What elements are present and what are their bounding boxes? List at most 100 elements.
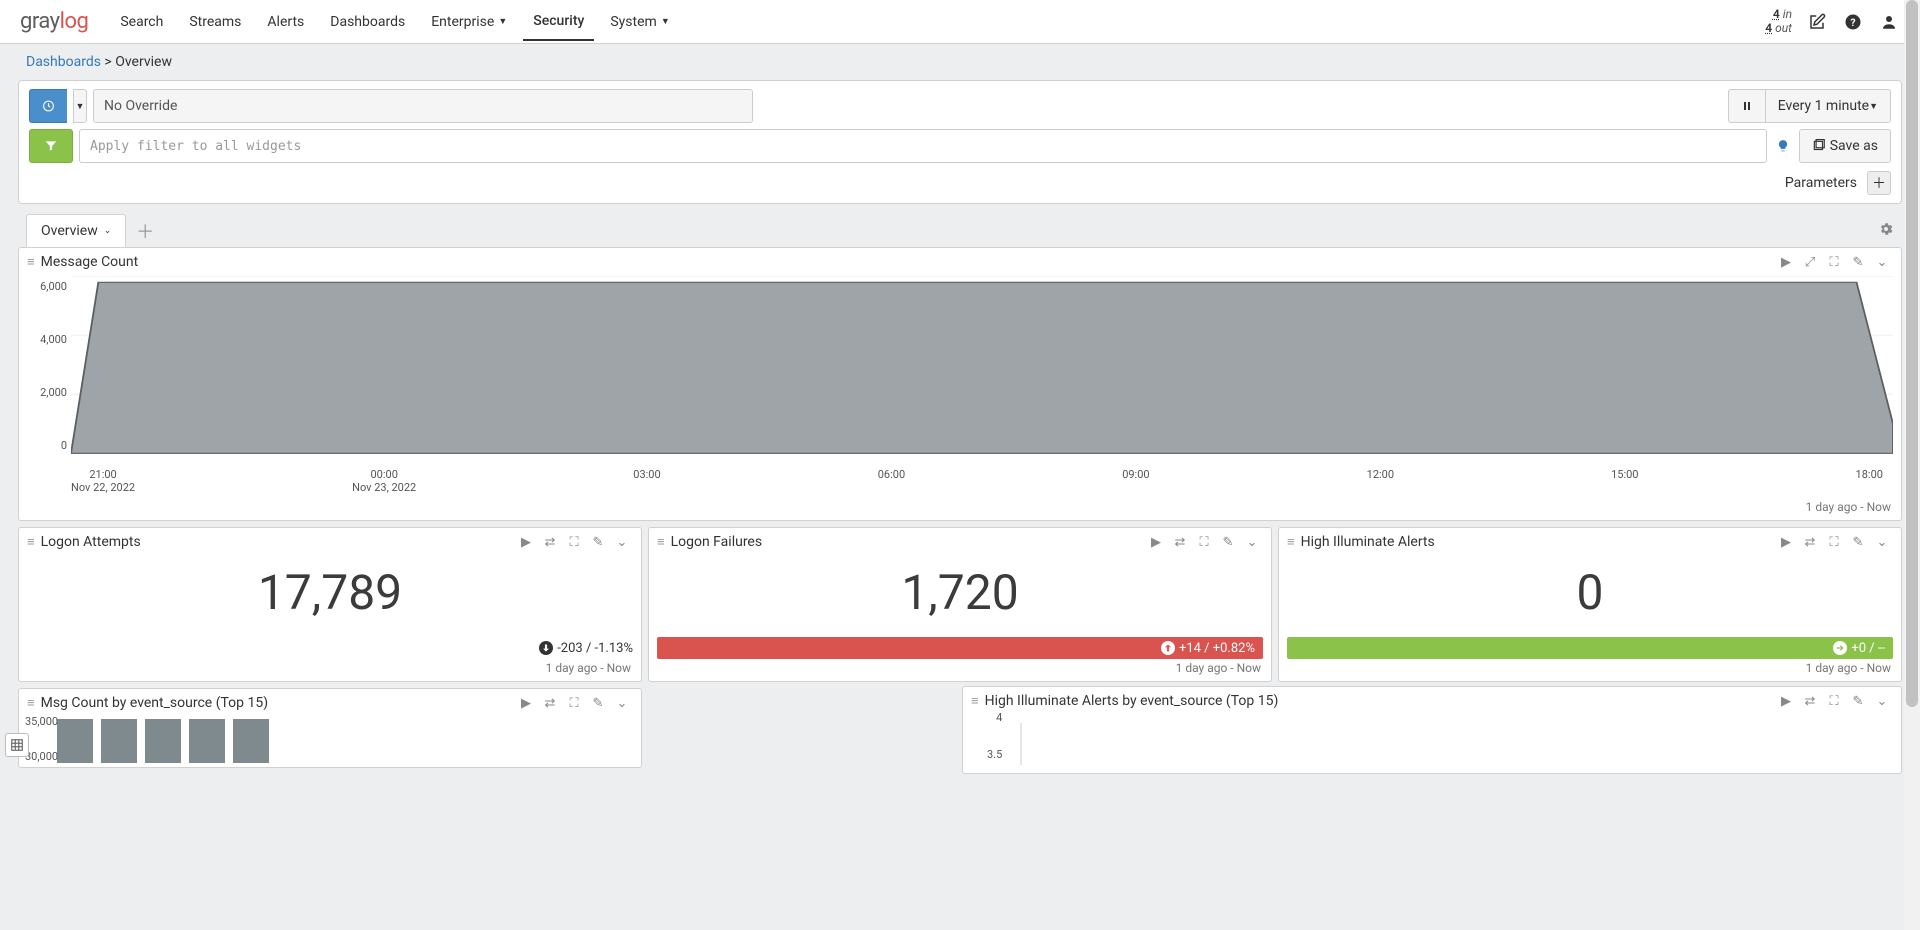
add-parameter-button[interactable]: ＋ bbox=[1867, 171, 1891, 195]
play-icon[interactable]: ▶ bbox=[1777, 694, 1795, 709]
logo-text-2: log bbox=[60, 9, 89, 34]
line-chart[interactable] bbox=[971, 715, 1893, 765]
widget-message-count: ≡ Message Count ▶ ⤢ ⛶ ✎ ⌄ 6,000 4,000 2,… bbox=[18, 247, 1902, 521]
grip-icon[interactable]: ≡ bbox=[27, 254, 35, 270]
scrollbar[interactable] bbox=[1904, 0, 1920, 930]
play-icon[interactable]: ▶ bbox=[517, 696, 535, 711]
swap-icon[interactable]: ⇄ bbox=[1801, 535, 1819, 550]
bar bbox=[101, 719, 137, 763]
refresh-controls: Every 1 minute ▼ bbox=[1728, 89, 1891, 123]
chevron-down-icon: ⌄ bbox=[104, 226, 112, 236]
edit-icon[interactable]: ✎ bbox=[1849, 694, 1867, 709]
nav-enterprise[interactable]: Enterprise ▼ bbox=[421, 3, 517, 41]
edit-icon[interactable]: ✎ bbox=[1849, 535, 1867, 550]
crumb-sep: > bbox=[104, 54, 111, 70]
play-icon[interactable]: ▶ bbox=[1777, 255, 1795, 270]
grip-icon[interactable]: ≡ bbox=[27, 534, 35, 550]
grip-icon[interactable]: ≡ bbox=[971, 693, 979, 709]
widget-title: Msg Count by event_source (Top 15) bbox=[41, 695, 511, 711]
swap-icon[interactable]: ⇄ bbox=[541, 535, 559, 550]
time-range-dropdown[interactable]: ▼ bbox=[73, 89, 87, 123]
chevron-down-icon[interactable]: ⌄ bbox=[1243, 535, 1261, 550]
nav-search[interactable]: Search bbox=[110, 3, 173, 41]
add-tab-button[interactable]: ＋ bbox=[136, 218, 154, 244]
edit-icon[interactable]: ✎ bbox=[1849, 255, 1867, 270]
bar bbox=[189, 719, 225, 763]
nav-alerts[interactable]: Alerts bbox=[257, 3, 314, 41]
chart-yaxis: 6,000 4,000 2,000 0 bbox=[27, 276, 71, 466]
grip-icon[interactable]: ≡ bbox=[657, 534, 665, 550]
caret-down-icon: ▼ bbox=[76, 101, 85, 112]
edit-icon[interactable]: ✎ bbox=[589, 535, 607, 550]
message-count-chart[interactable]: 6,000 4,000 2,000 0 bbox=[27, 276, 1893, 466]
arrow-up-icon bbox=[1161, 641, 1175, 655]
widget-header: ≡ Message Count ▶ ⤢ ⛶ ✎ ⌄ bbox=[19, 248, 1901, 272]
time-override-label[interactable]: No Override bbox=[93, 89, 753, 123]
widget-body: 35,000 30,000 bbox=[19, 713, 641, 767]
grip-icon[interactable]: ≡ bbox=[27, 695, 35, 711]
refresh-interval-dropdown[interactable]: Every 1 minute ▼ bbox=[1766, 89, 1891, 123]
edit-icon[interactable]: ✎ bbox=[589, 696, 607, 711]
fullscreen-icon[interactable]: ⛶ bbox=[1825, 255, 1843, 270]
time-range-button[interactable] bbox=[29, 89, 67, 123]
widget-footer: 1 day ago - Now bbox=[1279, 659, 1901, 681]
scrollbar-thumb[interactable] bbox=[1906, 0, 1918, 707]
widget-alerts-by-source: ≡ High Illuminate Alerts by event_source… bbox=[962, 686, 1902, 774]
nav-system[interactable]: System ▼ bbox=[600, 3, 679, 41]
lightbulb-icon[interactable] bbox=[1773, 129, 1793, 163]
widget-title: Logon Failures bbox=[671, 534, 1141, 550]
fullscreen-icon[interactable]: ⛶ bbox=[1825, 694, 1843, 709]
logo[interactable]: graylog bbox=[20, 9, 88, 34]
nav-security[interactable]: Security bbox=[523, 3, 594, 41]
edit-icon[interactable]: ✎ bbox=[1219, 535, 1237, 550]
throughput-indicator[interactable]: 4 in 4 out bbox=[1765, 8, 1792, 34]
bar-chart[interactable] bbox=[27, 717, 633, 763]
arrow-down-icon bbox=[539, 641, 553, 655]
user-icon[interactable] bbox=[1878, 11, 1900, 33]
chevron-down-icon[interactable]: ⌄ bbox=[1873, 694, 1891, 709]
chevron-down-icon[interactable]: ⌄ bbox=[1873, 255, 1891, 270]
scratchpad-icon[interactable] bbox=[1806, 11, 1828, 33]
dashboard-settings-icon[interactable] bbox=[1878, 221, 1894, 241]
crumb-dashboards[interactable]: Dashboards bbox=[26, 54, 101, 70]
fullscreen-icon[interactable]: ⛶ bbox=[1195, 535, 1213, 550]
play-icon[interactable]: ▶ bbox=[1147, 535, 1165, 550]
chart-yaxis: 4 3.5 bbox=[987, 711, 1002, 761]
help-icon[interactable]: ? bbox=[1842, 11, 1864, 33]
tab-overview[interactable]: Overview ⌄ bbox=[26, 214, 126, 247]
focus-icon[interactable]: ⤢ bbox=[1801, 255, 1819, 270]
widget-actions: ▶ ⤢ ⛶ ✎ ⌄ bbox=[1777, 255, 1891, 270]
pause-button[interactable] bbox=[1728, 89, 1766, 123]
swap-icon[interactable]: ⇄ bbox=[541, 696, 559, 711]
fullscreen-icon[interactable]: ⛶ bbox=[1825, 535, 1843, 550]
widget-title: Message Count bbox=[41, 254, 1771, 270]
nav-dashboards[interactable]: Dashboards bbox=[320, 3, 415, 41]
widget-footer: 1 day ago - Now bbox=[19, 659, 641, 681]
run-filter-button[interactable] bbox=[29, 129, 73, 163]
filter-input[interactable] bbox=[79, 129, 1767, 163]
crumb-current: Overview bbox=[115, 54, 172, 70]
fullscreen-icon[interactable]: ⛶ bbox=[565, 696, 583, 711]
nav-streams[interactable]: Streams bbox=[179, 3, 251, 41]
chevron-down-icon[interactable]: ⌄ bbox=[613, 535, 631, 550]
svg-text:?: ? bbox=[1850, 15, 1855, 28]
save-as-button[interactable]: Save as bbox=[1799, 129, 1891, 163]
widget-high-alerts: ≡ High Illuminate Alerts ▶ ⇄ ⛶ ✎ ⌄ 0 +0 … bbox=[1278, 527, 1902, 682]
querybar-row3: Parameters ＋ bbox=[29, 171, 1891, 195]
widget-title: Logon Attempts bbox=[41, 534, 511, 550]
parameters-label: Parameters bbox=[1785, 175, 1857, 191]
grid-toggle-icon[interactable] bbox=[5, 733, 29, 757]
grip-icon[interactable]: ≡ bbox=[1287, 534, 1295, 550]
querybar-row1: ▼ No Override Every 1 minute ▼ bbox=[29, 89, 1891, 123]
widget-body: 4 3.5 bbox=[963, 711, 1901, 773]
chevron-down-icon[interactable]: ⌄ bbox=[613, 696, 631, 711]
page: Dashboards > Overview ▼ No Override Ever… bbox=[0, 44, 1920, 774]
widget-title: High Illuminate Alerts by event_source (… bbox=[985, 693, 1771, 709]
swap-icon[interactable]: ⇄ bbox=[1801, 694, 1819, 709]
fullscreen-icon[interactable]: ⛶ bbox=[565, 535, 583, 550]
swap-icon[interactable]: ⇄ bbox=[1171, 535, 1189, 550]
bar bbox=[233, 719, 269, 763]
chevron-down-icon[interactable]: ⌄ bbox=[1873, 535, 1891, 550]
play-icon[interactable]: ▶ bbox=[517, 535, 535, 550]
play-icon[interactable]: ▶ bbox=[1777, 535, 1795, 550]
